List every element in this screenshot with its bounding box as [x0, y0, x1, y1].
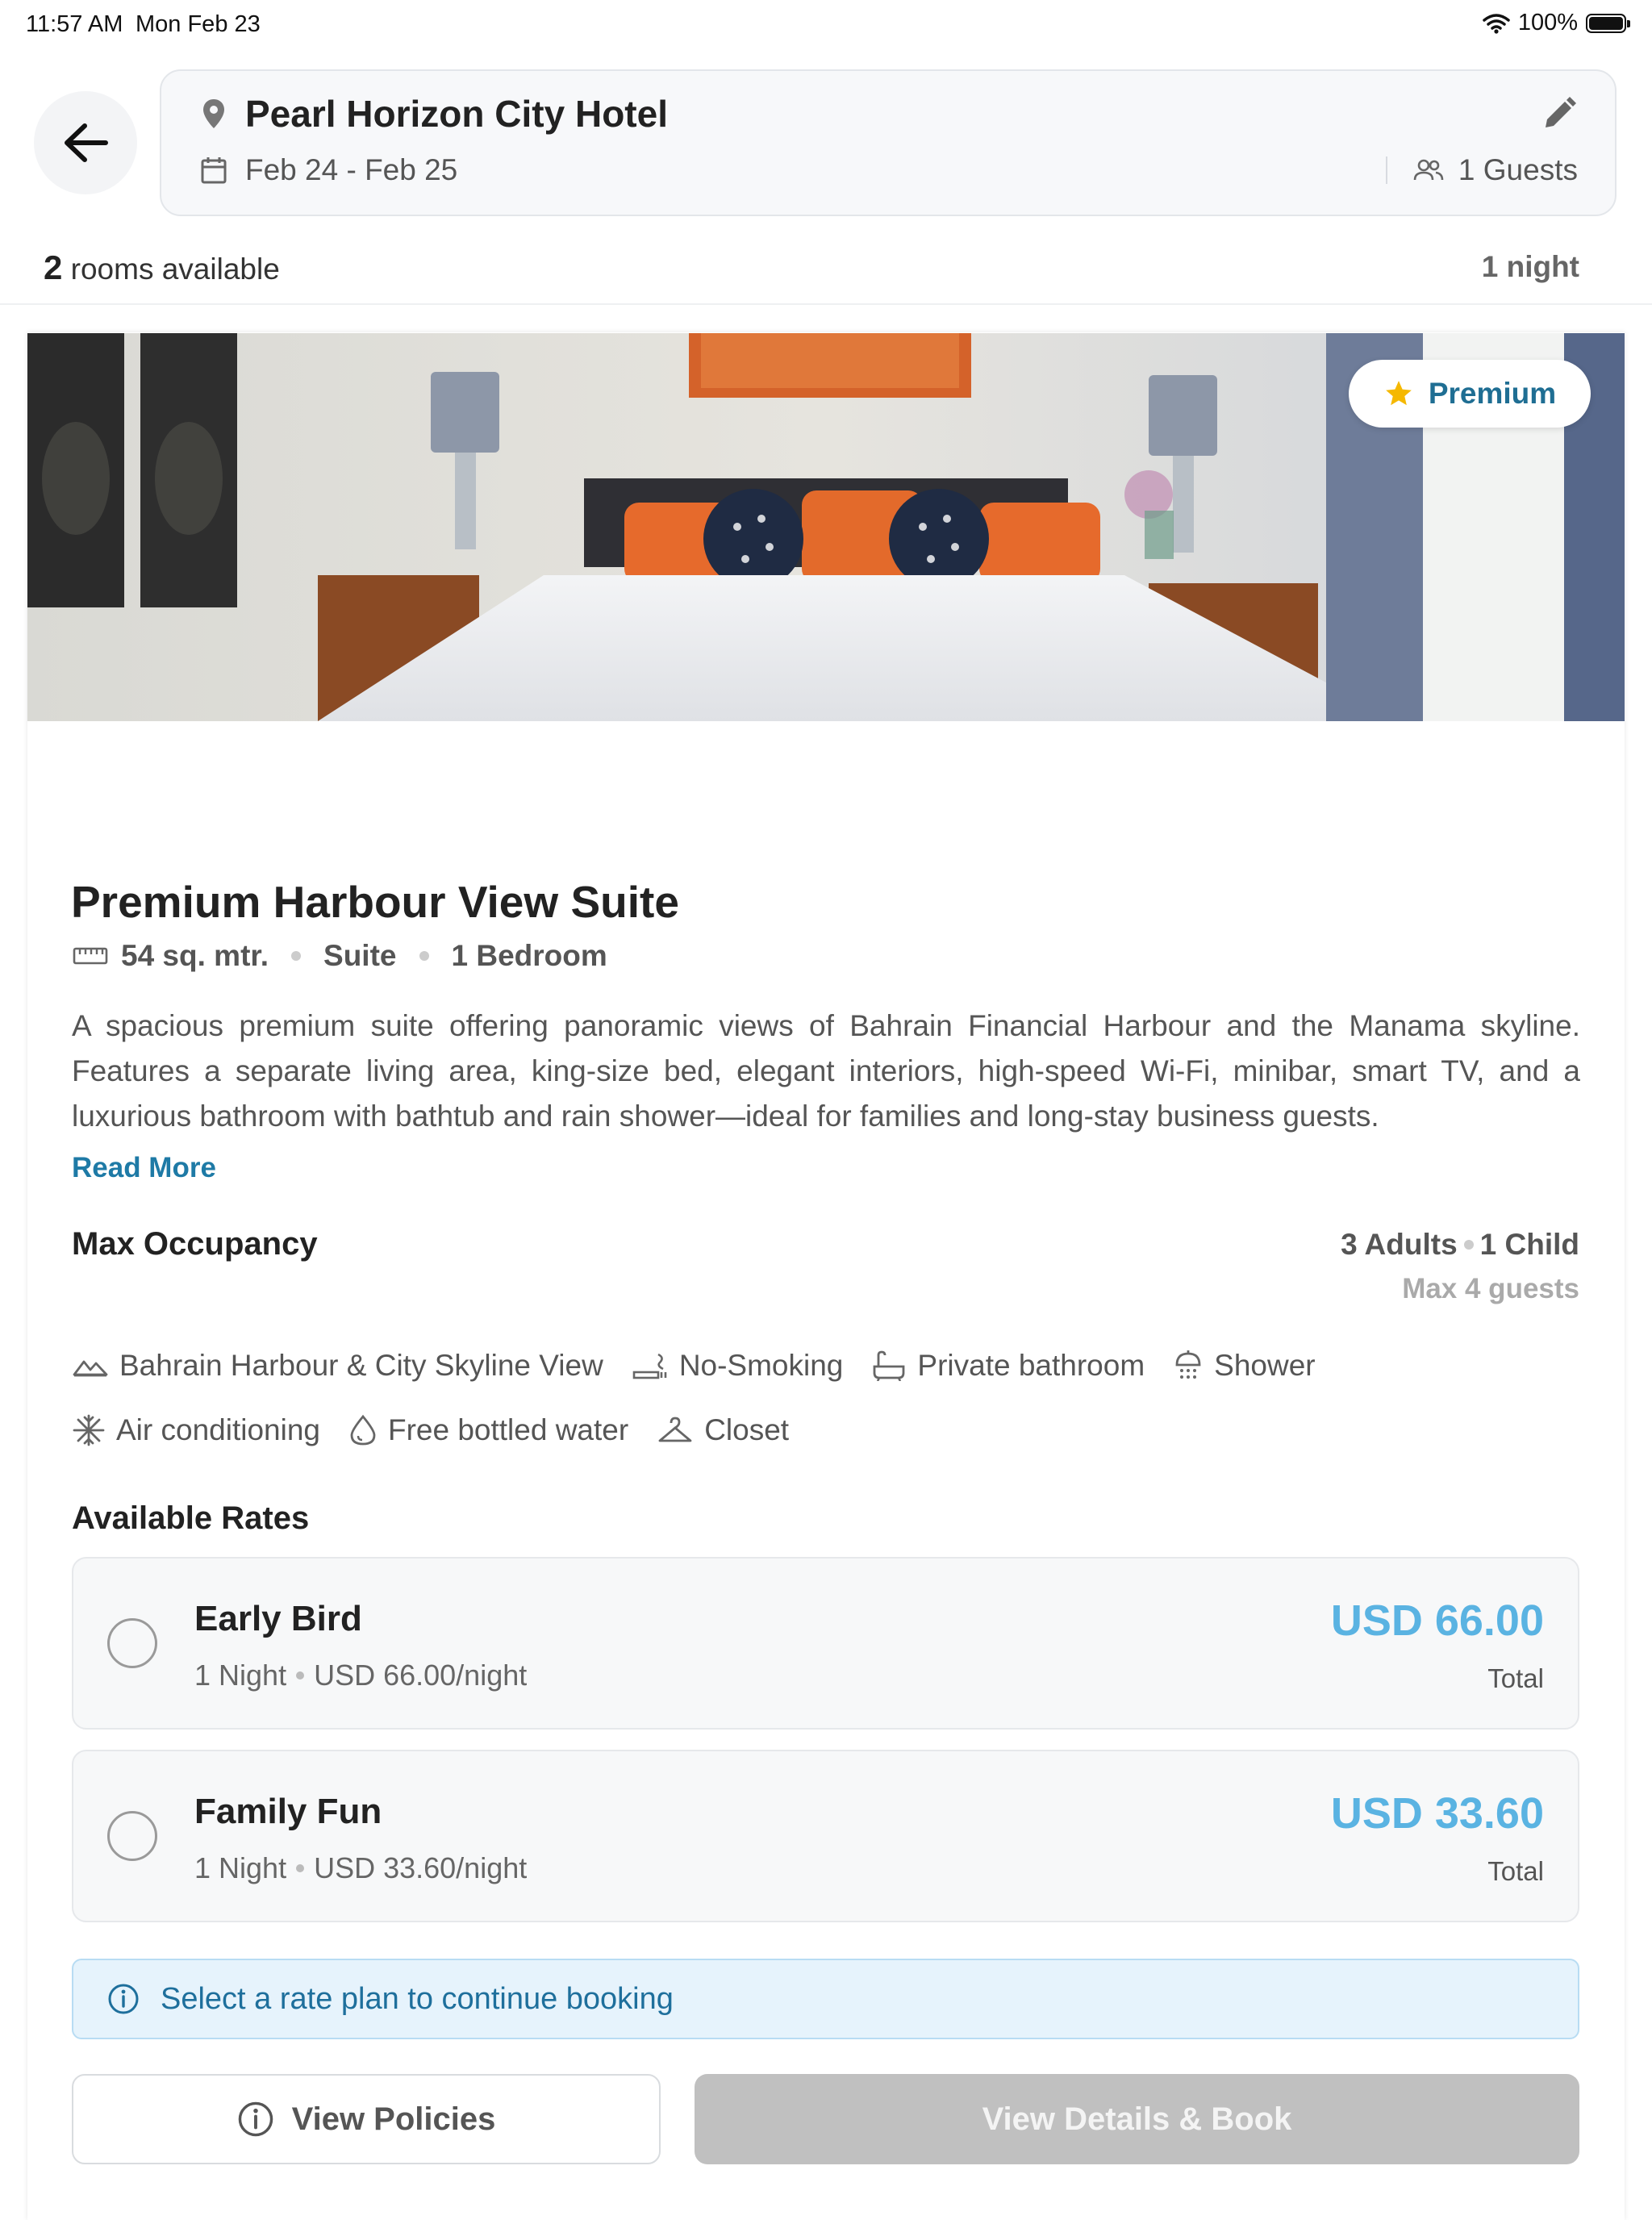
amenity-label: Private bathroom — [917, 1349, 1145, 1382]
edit-pencil-icon[interactable] — [1541, 95, 1578, 132]
ruler-icon — [73, 947, 108, 965]
room-bedrooms: 1 Bedroom — [451, 939, 607, 972]
room-size-label: 54 sq. mtr. — [121, 939, 269, 972]
rate-price: USD 66.00 — [1330, 1596, 1544, 1645]
rate-radio[interactable] — [107, 1811, 157, 1861]
amenity-label: Air conditioning — [116, 1413, 320, 1446]
rooms-available-label: rooms available — [70, 252, 280, 286]
nights-count: 1 night — [1481, 250, 1579, 283]
mountain-view-icon — [73, 1360, 108, 1377]
rooms-count: 2 — [44, 248, 63, 286]
amenity-item: Free bottled water — [349, 1413, 628, 1447]
status-indicators: 100% — [1483, 10, 1630, 36]
view-details-book-button[interactable]: View Details & Book — [695, 2074, 1579, 2164]
calendar-icon — [201, 157, 227, 184]
occupancy-adults: 3 Adults — [1341, 1228, 1458, 1261]
amenity-item: Shower — [1174, 1349, 1316, 1383]
amenity-label: Shower — [1214, 1349, 1316, 1382]
room-size: 54 sq. mtr. — [73, 939, 269, 973]
bathtub-icon — [873, 1350, 905, 1381]
rate-per-night: USD 33.60/night — [314, 1851, 528, 1884]
status-time: 11:57 AM — [26, 11, 123, 37]
rate-radio[interactable] — [107, 1618, 157, 1668]
rate-option-family-fun[interactable]: Family Fun 1 Night USD 33.60/night USD 3… — [72, 1750, 1579, 1922]
amenity-label: Bahrain Harbour & City Skyline View — [119, 1349, 603, 1382]
amenity-item: Private bathroom — [872, 1349, 1145, 1383]
amenity-label: Closet — [704, 1413, 790, 1446]
rate-nights: 1 Night — [194, 1851, 287, 1884]
info-icon — [108, 1984, 139, 2014]
header-divider — [0, 303, 1652, 305]
banner-text: Select a rate plan to continue booking — [161, 1981, 674, 2016]
guests-row: 1 Guests — [1385, 153, 1578, 187]
battery-icon — [1586, 13, 1630, 33]
status-date: Mon Feb 23 — [136, 11, 261, 37]
rate-name: Early Bird — [194, 1599, 362, 1638]
water-drop-icon — [350, 1414, 376, 1446]
occupancy-max: Max 4 guests — [1402, 1273, 1579, 1304]
rate-separator — [296, 1671, 305, 1680]
view-policies-label: View Policies — [291, 2101, 496, 2137]
premium-badge: Premium — [1349, 360, 1591, 428]
hanger-icon — [658, 1417, 692, 1442]
occupancy-separator — [1463, 1240, 1474, 1250]
rate-details: 1 Night USD 66.00/night — [194, 1659, 527, 1692]
amenity-item: No-Smoking — [632, 1349, 844, 1383]
info-icon — [238, 2101, 273, 2137]
book-button-label: View Details & Book — [982, 2101, 1292, 2137]
rate-separator — [296, 1864, 305, 1872]
amenity-item: Closet — [657, 1413, 789, 1447]
arrow-left-icon — [65, 123, 108, 162]
occupancy-children: 1 Child — [1479, 1228, 1579, 1261]
amenities-list: Bahrain Harbour & City Skyline View No-S… — [73, 1349, 1589, 1447]
rate-total-label: Total — [1487, 1663, 1544, 1693]
rate-details: 1 Night USD 33.60/night — [194, 1851, 527, 1885]
guests-icon — [1413, 159, 1444, 181]
date-row: Feb 24 - Feb 25 — [200, 153, 457, 187]
room-meta: 54 sq. mtr. Suite 1 Bedroom — [73, 939, 607, 973]
location-pin-icon — [203, 99, 224, 128]
hotel-name: Pearl Horizon City Hotel — [245, 93, 668, 135]
meta-separator — [291, 951, 302, 961]
occupancy-value: 3 Adults 1 Child — [1341, 1228, 1579, 1262]
amenity-label: Free bottled water — [387, 1413, 629, 1446]
select-rate-banner: Select a rate plan to continue booking — [72, 1959, 1579, 2039]
no-smoking-icon — [632, 1353, 667, 1379]
rate-option-early-bird[interactable]: Early Bird 1 Night USD 66.00/night USD 6… — [72, 1557, 1579, 1730]
rooms-available: 2 rooms available — [44, 248, 280, 287]
rate-name: Family Fun — [194, 1792, 382, 1831]
wifi-icon — [1483, 13, 1510, 34]
room-description: A spacious premium suite offering panora… — [72, 1009, 1580, 1133]
stay-dates: Feb 24 - Feb 25 — [245, 153, 458, 186]
rate-nights: 1 Night — [194, 1659, 287, 1692]
hotel-row: Pearl Horizon City Hotel — [202, 92, 668, 136]
meta-separator — [419, 951, 429, 961]
back-button[interactable] — [34, 91, 137, 194]
max-occupancy-label: Max Occupancy — [72, 1226, 318, 1262]
room-title: Premium Harbour View Suite — [71, 877, 679, 927]
amenity-label: No-Smoking — [678, 1349, 844, 1382]
amenity-item: Bahrain Harbour & City Skyline View — [73, 1349, 603, 1383]
available-rates-label: Available Rates — [72, 1500, 310, 1536]
read-more-link[interactable]: Read More — [72, 1152, 216, 1184]
room-type: Suite — [323, 939, 397, 972]
amenity-item: Air conditioning — [73, 1413, 320, 1447]
snowflake-icon — [73, 1414, 105, 1446]
guests-divider — [1385, 156, 1387, 184]
shower-icon — [1175, 1350, 1201, 1379]
guest-count: 1 Guests — [1458, 153, 1578, 186]
rate-price: USD 33.60 — [1330, 1789, 1544, 1838]
view-policies-button[interactable]: View Policies — [72, 2074, 661, 2164]
rate-total-label: Total — [1487, 1856, 1544, 1886]
star-icon — [1385, 381, 1412, 406]
rate-per-night: USD 66.00/night — [314, 1659, 528, 1692]
battery-percent: 100% — [1517, 10, 1578, 35]
premium-badge-label: Premium — [1428, 377, 1557, 410]
